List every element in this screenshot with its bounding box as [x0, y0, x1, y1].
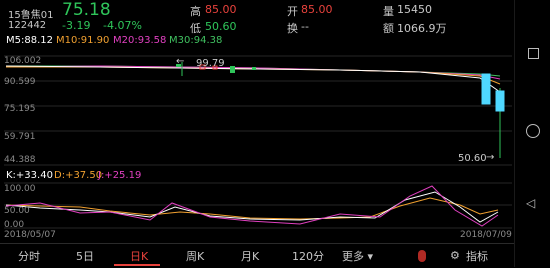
tab-weekly-k[interactable]: 周K: [186, 248, 204, 264]
system-nav-bar: ◁: [514, 0, 550, 267]
tab-120min[interactable]: 120分: [292, 248, 324, 264]
active-tab-underline: [114, 264, 160, 266]
tab-more[interactable]: 更多 ▾: [342, 248, 373, 264]
low-marker-arrow: →: [486, 152, 495, 163]
tab-daily-k[interactable]: 日K: [130, 248, 148, 264]
kdj-d-line: [5, 197, 499, 220]
back-icon[interactable]: ◁: [526, 196, 535, 210]
price-axis-label-3: 75.195: [4, 104, 36, 114]
period-tab-bar: 分时 5日 日K 周K 月K 120分 更多 ▾ 指标 ⚙: [0, 243, 514, 268]
price-axis-label-4: 59.791: [4, 132, 36, 142]
tab-5day[interactable]: 5日: [76, 248, 94, 264]
high-marker-arrow: ←: [176, 56, 185, 67]
tab-indicator[interactable]: 指标: [466, 248, 488, 264]
high-marker-value: 99.79: [196, 58, 225, 69]
indicator-icon: [418, 250, 426, 262]
low-marker-value: 50.60: [458, 153, 487, 164]
kdj-j-line: [5, 185, 499, 227]
home-icon[interactable]: [526, 124, 540, 138]
date-end: 2018/07/09: [460, 230, 512, 240]
kdj-k-legend: K:+33.40: [6, 170, 53, 181]
date-start: 2018/05/07: [4, 230, 56, 240]
kdj-axis-bottom: 0.00: [4, 220, 25, 230]
indicator-settings-icon[interactable]: ⚙: [450, 249, 460, 262]
tab-timeshare[interactable]: 分时: [18, 248, 40, 264]
candlestick-chart[interactable]: [0, 0, 514, 240]
kdj-d-legend: D:+37.50: [54, 170, 103, 181]
recent-apps-icon[interactable]: [528, 48, 539, 59]
kdj-axis-top: 100.00: [4, 184, 36, 194]
price-axis-label-2: 90.599: [4, 77, 36, 87]
kdj-axis-mid: 50.00: [4, 206, 30, 216]
kdj-j-legend: J:+25.19: [98, 170, 142, 181]
price-axis-label-1: 106.002: [4, 56, 42, 66]
price-axis-label-5: 44.388: [4, 155, 36, 165]
tab-monthly-k[interactable]: 月K: [241, 248, 259, 264]
